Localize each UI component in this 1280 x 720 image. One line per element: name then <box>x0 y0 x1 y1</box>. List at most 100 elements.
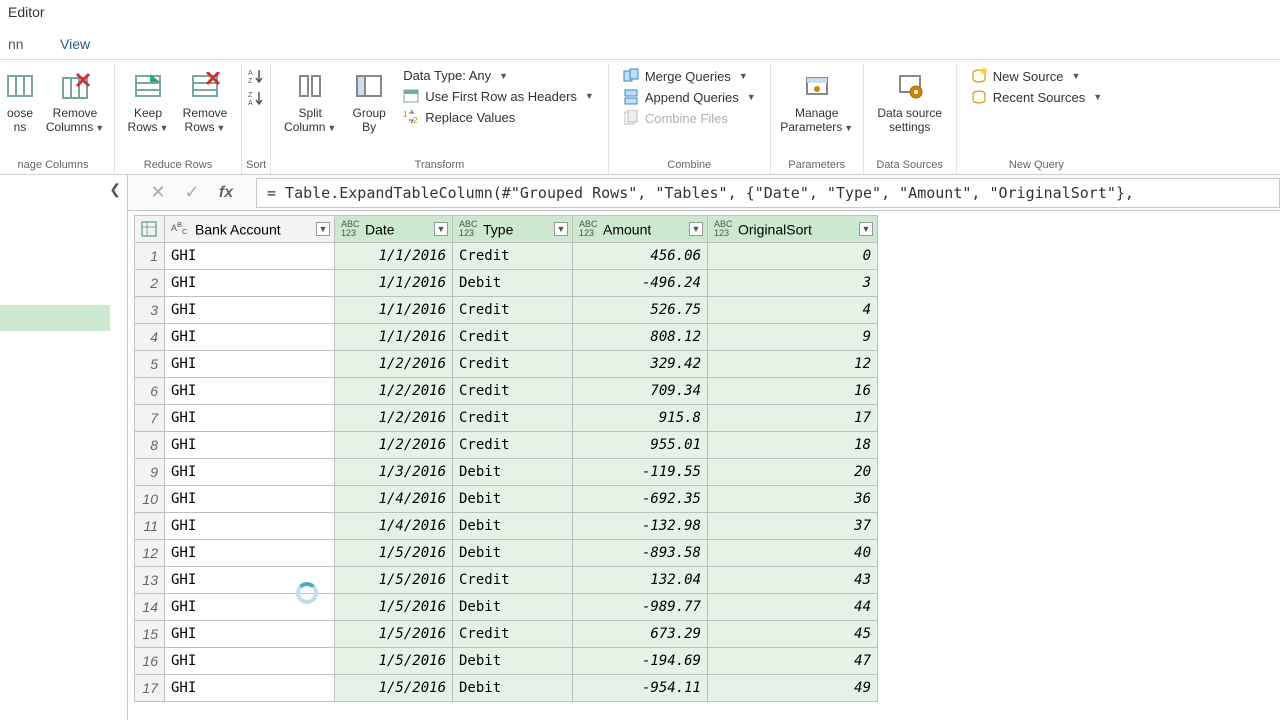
row-header[interactable]: 10 <box>135 486 165 513</box>
cell-date[interactable]: 1/3/2016 <box>335 459 453 486</box>
row-header[interactable]: 17 <box>135 675 165 702</box>
cell-amount[interactable]: -194.69 <box>573 648 708 675</box>
cell-type[interactable]: Debit <box>453 594 573 621</box>
cell-amount[interactable]: 526.75 <box>573 297 708 324</box>
table-row[interactable]: 2GHI1/1/2016Debit-496.243 <box>135 270 878 297</box>
cell-type[interactable]: Debit <box>453 486 573 513</box>
cell-type[interactable]: Credit <box>453 405 573 432</box>
filter-bank-icon[interactable]: ▼ <box>316 222 330 236</box>
table-row[interactable]: 16GHI1/5/2016Debit-194.6947 <box>135 648 878 675</box>
cell-sort[interactable]: 20 <box>708 459 878 486</box>
cell-bank[interactable]: GHI <box>165 243 335 270</box>
cell-amount[interactable]: 132.04 <box>573 567 708 594</box>
cell-type[interactable]: Credit <box>453 297 573 324</box>
tab-add-column-partial[interactable]: nn <box>8 32 36 58</box>
replace-values-button[interactable]: 12Replace Values <box>397 107 600 127</box>
cell-date[interactable]: 1/5/2016 <box>335 648 453 675</box>
cell-sort[interactable]: 44 <box>708 594 878 621</box>
cell-type[interactable]: Credit <box>453 567 573 594</box>
remove-rows-button[interactable]: RemoveRows▼ <box>177 66 233 137</box>
row-header[interactable]: 7 <box>135 405 165 432</box>
cell-sort[interactable]: 16 <box>708 378 878 405</box>
choose-columns-button[interactable]: oosens <box>0 66 40 136</box>
cell-type[interactable]: Debit <box>453 513 573 540</box>
filter-sort-icon[interactable]: ▼ <box>859 222 873 236</box>
cell-date[interactable]: 1/5/2016 <box>335 675 453 702</box>
cell-amount[interactable]: -989.77 <box>573 594 708 621</box>
cell-amount[interactable]: 329.42 <box>573 351 708 378</box>
keep-rows-button[interactable]: KeepRows▼ <box>123 66 173 137</box>
cell-type[interactable]: Debit <box>453 459 573 486</box>
cell-amount[interactable]: 673.29 <box>573 621 708 648</box>
row-header[interactable]: 2 <box>135 270 165 297</box>
table-row[interactable]: 15GHI1/5/2016Credit673.2945 <box>135 621 878 648</box>
cell-sort[interactable]: 49 <box>708 675 878 702</box>
row-header[interactable]: 5 <box>135 351 165 378</box>
cell-date[interactable]: 1/2/2016 <box>335 378 453 405</box>
cell-amount[interactable]: -119.55 <box>573 459 708 486</box>
col-original-sort[interactable]: ABC123OriginalSort▼ <box>708 216 878 243</box>
cell-sort[interactable]: 18 <box>708 432 878 459</box>
table-row[interactable]: 1GHI1/1/2016Credit456.060 <box>135 243 878 270</box>
cell-type[interactable]: Debit <box>453 270 573 297</box>
cell-type[interactable]: Credit <box>453 243 573 270</box>
cell-bank[interactable]: GHI <box>165 432 335 459</box>
filter-date-icon[interactable]: ▼ <box>434 222 448 236</box>
cell-bank[interactable]: GHI <box>165 351 335 378</box>
cell-amount[interactable]: -132.98 <box>573 513 708 540</box>
row-header[interactable]: 4 <box>135 324 165 351</box>
table-row[interactable]: 17GHI1/5/2016Debit-954.1149 <box>135 675 878 702</box>
table-row[interactable]: 11GHI1/4/2016Debit-132.9837 <box>135 513 878 540</box>
cell-bank[interactable]: GHI <box>165 648 335 675</box>
cell-type[interactable]: Debit <box>453 648 573 675</box>
fx-icon[interactable]: fx <box>216 184 236 202</box>
cell-amount[interactable]: -496.24 <box>573 270 708 297</box>
cell-sort[interactable]: 17 <box>708 405 878 432</box>
table-row[interactable]: 3GHI1/1/2016Credit526.754 <box>135 297 878 324</box>
cell-bank[interactable]: GHI <box>165 405 335 432</box>
row-header[interactable]: 15 <box>135 621 165 648</box>
commit-formula-icon[interactable]: ✓ <box>182 182 202 203</box>
col-date[interactable]: ABC123Date▼ <box>335 216 453 243</box>
table-row[interactable]: 4GHI1/1/2016Credit808.129 <box>135 324 878 351</box>
cell-date[interactable]: 1/2/2016 <box>335 432 453 459</box>
cell-date[interactable]: 1/5/2016 <box>335 594 453 621</box>
sort-desc-button[interactable]: ZA <box>246 88 266 108</box>
cell-date[interactable]: 1/1/2016 <box>335 270 453 297</box>
cell-type[interactable]: Credit <box>453 432 573 459</box>
cell-bank[interactable]: GHI <box>165 486 335 513</box>
table-row[interactable]: 9GHI1/3/2016Debit-119.5520 <box>135 459 878 486</box>
cell-bank[interactable]: GHI <box>165 621 335 648</box>
cell-type[interactable]: Credit <box>453 378 573 405</box>
split-column-button[interactable]: SplitColumn▼ <box>279 66 341 137</box>
cell-type[interactable]: Credit <box>453 351 573 378</box>
cell-sort[interactable]: 12 <box>708 351 878 378</box>
row-header[interactable]: 11 <box>135 513 165 540</box>
table-row[interactable]: 7GHI1/2/2016Credit915.817 <box>135 405 878 432</box>
cell-amount[interactable]: 808.12 <box>573 324 708 351</box>
merge-queries-button[interactable]: Merge Queries▼ <box>617 66 762 86</box>
cell-date[interactable]: 1/1/2016 <box>335 243 453 270</box>
cell-date[interactable]: 1/5/2016 <box>335 621 453 648</box>
cell-bank[interactable]: GHI <box>165 459 335 486</box>
cell-sort[interactable]: 47 <box>708 648 878 675</box>
row-header[interactable]: 6 <box>135 378 165 405</box>
cell-date[interactable]: 1/2/2016 <box>335 405 453 432</box>
cell-amount[interactable]: 709.34 <box>573 378 708 405</box>
append-queries-button[interactable]: Append Queries▼ <box>617 87 762 107</box>
cell-date[interactable]: 1/4/2016 <box>335 513 453 540</box>
data-type-button[interactable]: Data Type: Any▼ <box>397 66 600 85</box>
filter-type-icon[interactable]: ▼ <box>554 222 568 236</box>
cell-sort[interactable]: 9 <box>708 324 878 351</box>
cell-bank[interactable]: GHI <box>165 675 335 702</box>
cell-bank[interactable]: GHI <box>165 378 335 405</box>
table-row[interactable]: 14GHI1/5/2016Debit-989.7744 <box>135 594 878 621</box>
cell-sort[interactable]: 45 <box>708 621 878 648</box>
data-source-settings-button[interactable]: Data sourcesettings <box>872 66 948 136</box>
row-header[interactable]: 14 <box>135 594 165 621</box>
recent-sources-button[interactable]: Recent Sources▼ <box>965 87 1108 107</box>
cell-sort[interactable]: 3 <box>708 270 878 297</box>
cell-sort[interactable]: 43 <box>708 567 878 594</box>
cell-bank[interactable]: GHI <box>165 513 335 540</box>
remove-columns-button[interactable]: RemoveColumns▼ <box>44 66 106 137</box>
